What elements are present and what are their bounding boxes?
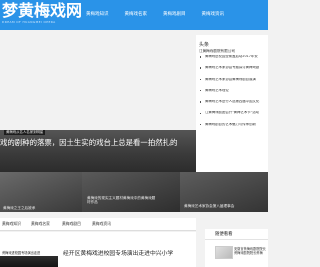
banner-headline[interactable]: 戏的剧种的落票，因土生实的戏台上总是看一拍然扎的 <box>0 138 177 147</box>
headline-list: 黄梅戏进校园全覆盖启动2017年安 黄梅戏艺术家协会专题探讨黄梅戏剧 黄梅戏艺术… <box>200 55 266 134</box>
headline-item[interactable]: 黄梅戏艺术家协会专题探讨黄梅戏剧 <box>200 66 266 70</box>
nav-item-masters[interactable]: 黄梅戏名家 <box>117 0 156 30</box>
nav-item-news[interactable]: 黄梅戏资讯 <box>194 0 233 30</box>
featured-banner[interactable] <box>0 130 196 172</box>
site-logo[interactable]: 梦黄梅戏网 <box>2 2 82 20</box>
headline-item[interactable]: 江黄梅戏剧团召开"黄梅艺术节"活动 <box>200 111 266 115</box>
nav-item-knowledge[interactable]: 黄梅戏知识 <box>84 0 117 30</box>
recommend-thumbnail[interactable] <box>215 246 233 259</box>
banner-tag: 黄梅戏从名人名家到明星 <box>4 130 46 135</box>
recommend-divider <box>205 239 268 240</box>
tab-masters[interactable]: 黄梅戏名家 <box>31 221 50 227</box>
tile-caption: 黄梅戏艺术家协会第八届理事会 <box>184 204 235 208</box>
photo-tile[interactable]: 黄梅戏之王之后被承 <box>0 172 82 212</box>
main-nav: 黄梅戏知识 黄梅戏名家 黄梅戏剧目 黄梅戏资讯 <box>84 0 232 30</box>
recommend-text[interactable]: 安徽省黄梅戏剧院院长 黄梅戏剧院院长黄梅 <box>234 247 268 256</box>
headline-item[interactable]: 黄梅戏剧目的艺术魅力与传承创新 <box>200 123 266 127</box>
tab-knowledge[interactable]: 黄梅戏知识 <box>2 221 21 227</box>
tab-divider <box>0 230 196 231</box>
tab-repertoire[interactable]: 黄梅戏剧目 <box>62 221 81 227</box>
nav-item-repertoire[interactable]: 黄梅戏剧目 <box>155 0 194 30</box>
headline-item[interactable]: 黄梅戏艺术理论 <box>200 89 266 93</box>
site-header: 梦黄梅戏网 DREAM OF HUANGMEI OPERA 黄梅戏知识 黄梅戏名… <box>0 0 268 30</box>
tile-caption: 黄梅戏之王之后被承 <box>3 206 36 210</box>
sidebar-subtitle[interactable]: 江黄梅戏剧院有限公司 <box>199 49 235 54</box>
article-thumb-label: 黄梅戏进校园专场演出走进 <box>2 251 41 255</box>
photo-tile[interactable]: 黄梅戏艺术家协会第八届理事会 <box>180 172 268 212</box>
sidebar-title: 头条 <box>199 42 210 48</box>
article-thumbnail[interactable] <box>0 256 58 267</box>
headline-item[interactable]: 黄梅戏艺术家协会黄梅戏剧目展演 <box>200 78 266 82</box>
article-title[interactable]: 经开区黄梅戏进校园专场演出走进中兴小学 <box>63 248 173 257</box>
tile-caption: 黄梅戏的现实主义题材黄梅戏中的黄梅戏题材作品 <box>87 196 156 204</box>
logo-subtitle: DREAM OF HUANGMEI OPERA <box>2 20 56 24</box>
recommend-title: 随便看看 <box>215 232 233 237</box>
photo-tile[interactable]: 黄梅戏的现实主义题材黄梅戏中的黄梅戏题材作品 <box>82 172 180 212</box>
headline-item[interactable]: 黄梅戏艺术进行人选第四届中国文化 <box>200 100 266 104</box>
tab-news[interactable]: 黄梅戏资讯 <box>92 221 111 227</box>
headline-item[interactable]: 黄梅戏进校园全覆盖启动2017年安 <box>200 55 266 59</box>
